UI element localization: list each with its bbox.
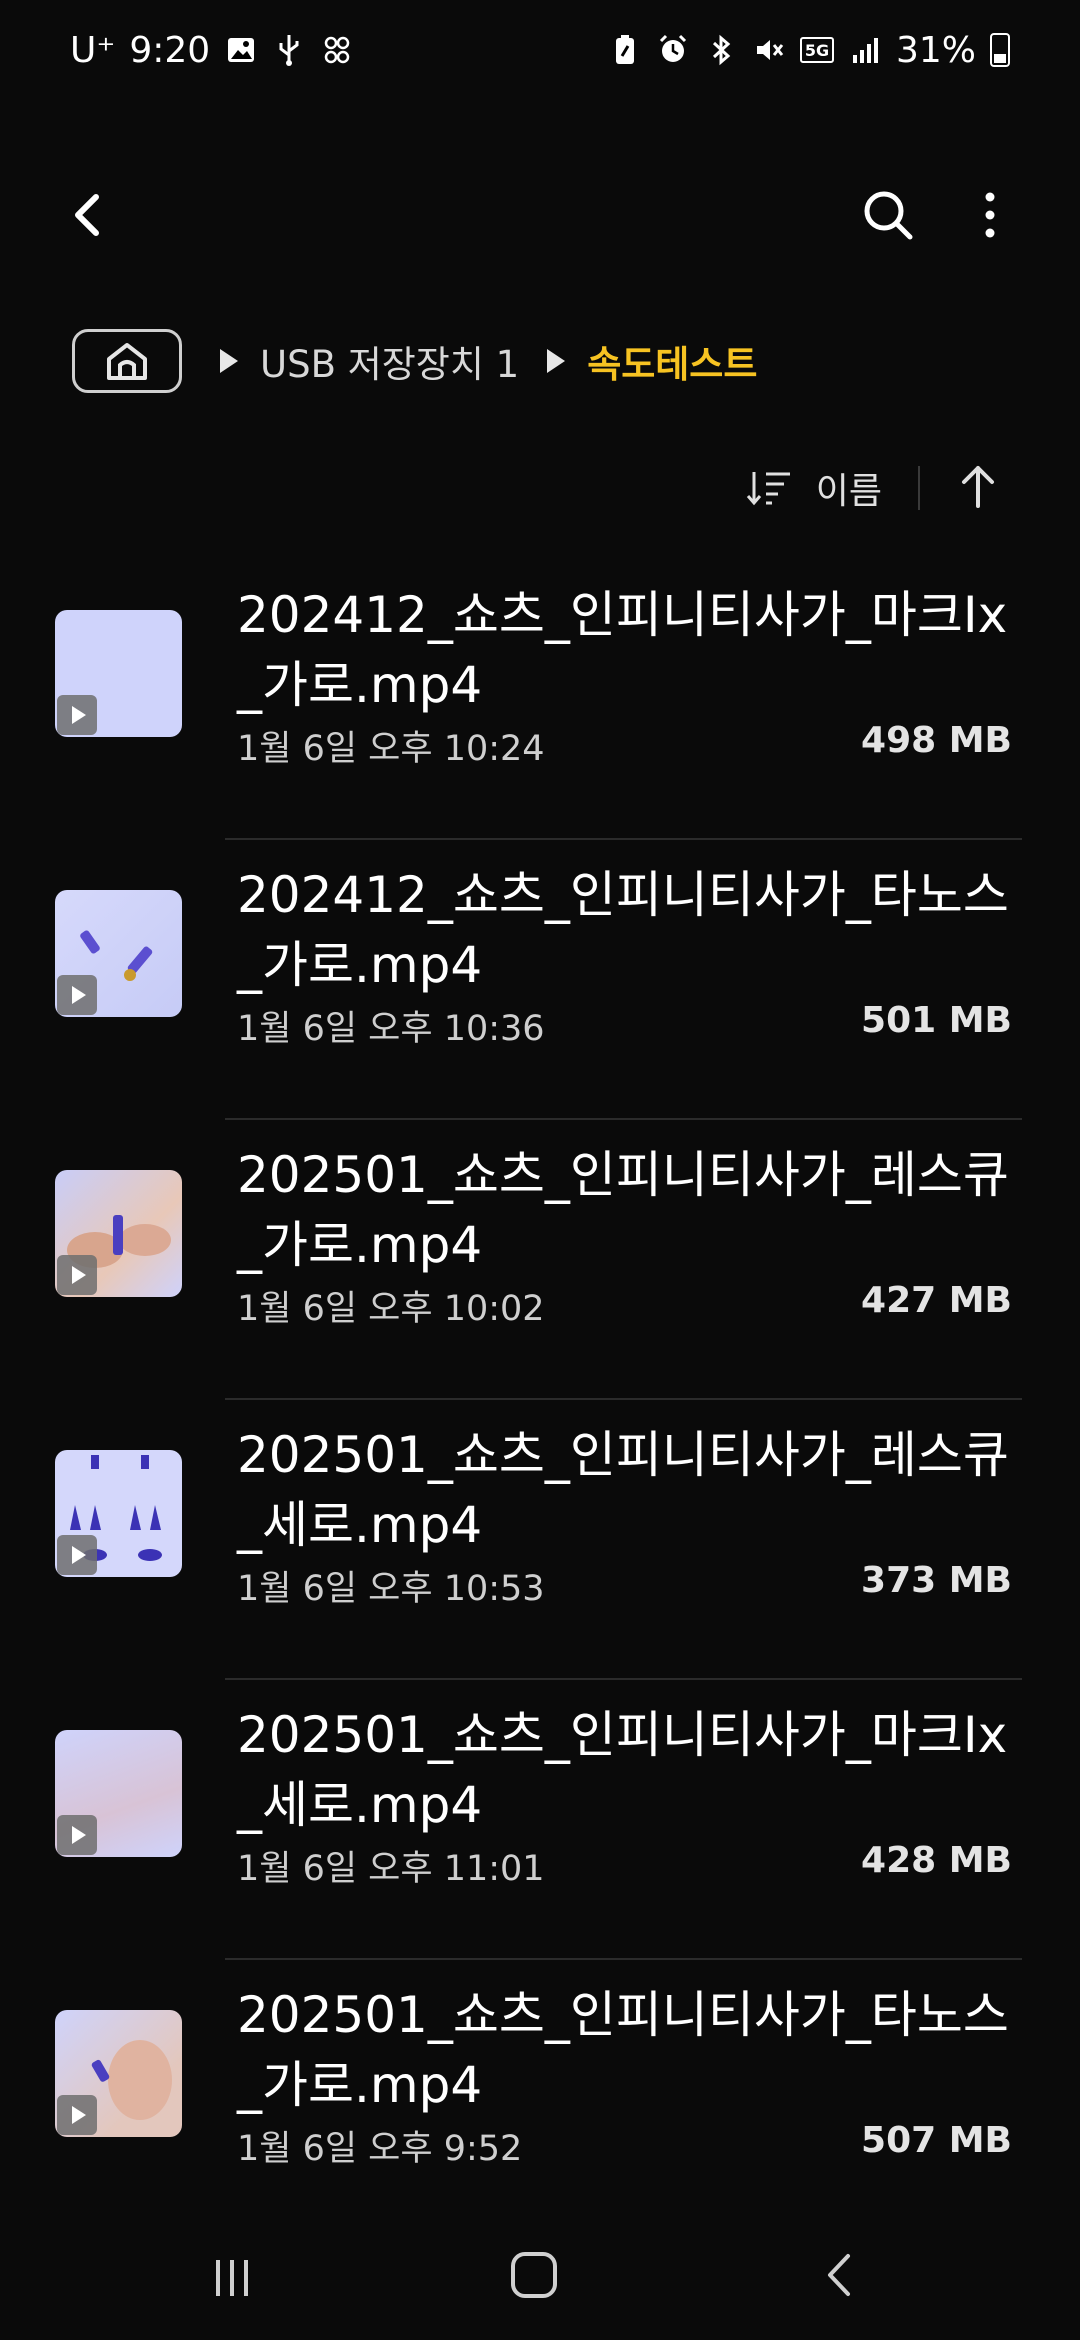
play-icon xyxy=(57,1255,97,1295)
video-thumbnail xyxy=(55,890,182,1017)
breadcrumb-item-usb[interactable]: USB 저장장치 1 xyxy=(260,334,519,388)
network-label: 5G xyxy=(804,40,830,60)
search-button[interactable] xyxy=(858,185,918,245)
file-name: 202412_쇼츠_인피니티사가_타노스_가로.mp4 xyxy=(237,866,1009,994)
sort-direction-button[interactable] xyxy=(956,462,1000,514)
nfc-icon xyxy=(320,33,354,67)
recents-button[interactable] xyxy=(210,2258,254,2298)
battery-saver-icon xyxy=(608,33,642,67)
back-button[interactable] xyxy=(60,185,120,245)
sort-by-button[interactable]: 이름 xyxy=(746,462,882,514)
clock: 9:20 xyxy=(129,29,211,71)
divider xyxy=(918,466,920,510)
file-date: 1월 6일 오후 10:02 xyxy=(237,1289,545,1329)
back-nav-icon xyxy=(828,2254,850,2296)
file-size: 373 MB xyxy=(861,1560,1012,1601)
home-button[interactable] xyxy=(72,329,182,393)
video-thumbnail xyxy=(55,1730,182,1857)
file-name: 202501_쇼츠_인피니티사가_레스큐_가로.mp4 xyxy=(237,1146,1009,1274)
more-vert-icon xyxy=(985,192,995,238)
home-icon xyxy=(107,343,147,380)
battery-percent: 31% xyxy=(895,29,976,71)
status-right: 5G 31% xyxy=(608,30,1010,71)
more-options-button[interactable] xyxy=(960,185,1020,245)
arrow-up-icon xyxy=(962,466,994,508)
file-size: 427 MB xyxy=(861,1280,1012,1321)
video-thumbnail xyxy=(55,1170,182,1297)
file-date: 1월 6일 오후 10:24 xyxy=(237,729,545,769)
back-nav-button[interactable] xyxy=(820,2250,860,2300)
play-icon xyxy=(57,695,97,735)
file-date: 1월 6일 오후 11:01 xyxy=(237,1849,545,1889)
sort-row: 이름 xyxy=(746,458,1000,518)
bluetooth-icon xyxy=(704,33,738,67)
file-size: 498 MB xyxy=(861,720,1012,761)
alarm-icon xyxy=(656,33,690,67)
recents-icon xyxy=(216,2260,248,2296)
file-size: 507 MB xyxy=(861,2120,1012,2161)
image-icon xyxy=(224,33,258,67)
file-item[interactable]: 202501_쇼츠_인피니티사가_레스큐_세로.mp4 1월 6일 오후 10:… xyxy=(0,1400,1080,1680)
play-icon xyxy=(57,975,97,1015)
file-item[interactable]: 202501_쇼츠_인피니티사가_레스큐_가로.mp4 1월 6일 오후 10:… xyxy=(0,1120,1080,1400)
play-icon xyxy=(57,1815,97,1855)
breadcrumb-item-current[interactable]: 속도테스트 xyxy=(587,334,757,388)
play-icon xyxy=(57,1535,97,1575)
file-name: 202501_쇼츠_인피니티사가_레스큐_세로.mp4 xyxy=(237,1426,1009,1554)
file-name: 202501_쇼츠_인피니티사가_타노스_가로.mp4 xyxy=(237,1986,1009,2114)
file-size: 428 MB xyxy=(861,1840,1012,1881)
file-date: 1월 6일 오후 10:36 xyxy=(237,1009,545,1049)
breadcrumb: USB 저장장치 1 속도테스트 xyxy=(72,325,757,397)
sort-icon xyxy=(746,472,790,506)
back-arrow-icon xyxy=(75,194,99,236)
home-nav-button[interactable] xyxy=(511,2252,557,2298)
video-thumbnail xyxy=(55,610,182,737)
navigation-bar xyxy=(0,2200,1080,2340)
sort-label: 이름 xyxy=(815,471,882,512)
breadcrumb-separator-icon xyxy=(220,349,238,373)
mute-icon xyxy=(752,33,786,67)
file-date: 1월 6일 오후 9:52 xyxy=(237,2129,523,2169)
carrier-label: U⁺ xyxy=(70,29,116,71)
breadcrumb-separator-icon xyxy=(547,349,566,373)
battery-icon xyxy=(990,33,1010,67)
file-name: 202412_쇼츠_인피니티사가_마크Ix_가로.mp4 xyxy=(237,586,1008,714)
usb-icon xyxy=(272,33,306,67)
search-icon xyxy=(864,191,913,240)
file-name: 202501_쇼츠_인피니티사가_마크Ix_세로.mp4 xyxy=(237,1706,1008,1834)
network-5g-icon: 5G xyxy=(799,37,834,63)
file-item[interactable]: 202412_쇼츠_인피니티사가_타노스_가로.mp4 1월 6일 오후 10:… xyxy=(0,840,1080,1120)
status-left: U⁺ 9:20 xyxy=(70,30,354,71)
file-item[interactable]: 202501_쇼츠_인피니티사가_마크Ix_세로.mp4 1월 6일 오후 11… xyxy=(0,1680,1080,1960)
play-icon xyxy=(57,2095,97,2135)
app-bar xyxy=(0,165,1080,265)
video-thumbnail xyxy=(55,2010,182,2137)
signal-icon xyxy=(848,33,882,67)
status-bar: U⁺ 9:20 5G 31% xyxy=(0,0,1080,100)
video-thumbnail xyxy=(55,1450,182,1577)
file-date: 1월 6일 오후 10:53 xyxy=(237,1569,545,1609)
file-item[interactable]: 202412_쇼츠_인피니티사가_마크Ix_가로.mp4 1월 6일 오후 10… xyxy=(0,560,1080,840)
file-item[interactable]: 202501_쇼츠_인피니티사가_타노스_가로.mp4 1월 6일 오후 9:5… xyxy=(0,1960,1080,2240)
file-size: 501 MB xyxy=(861,1000,1012,1041)
file-list: 202412_쇼츠_인피니티사가_마크Ix_가로.mp4 1월 6일 오후 10… xyxy=(0,560,1080,2240)
